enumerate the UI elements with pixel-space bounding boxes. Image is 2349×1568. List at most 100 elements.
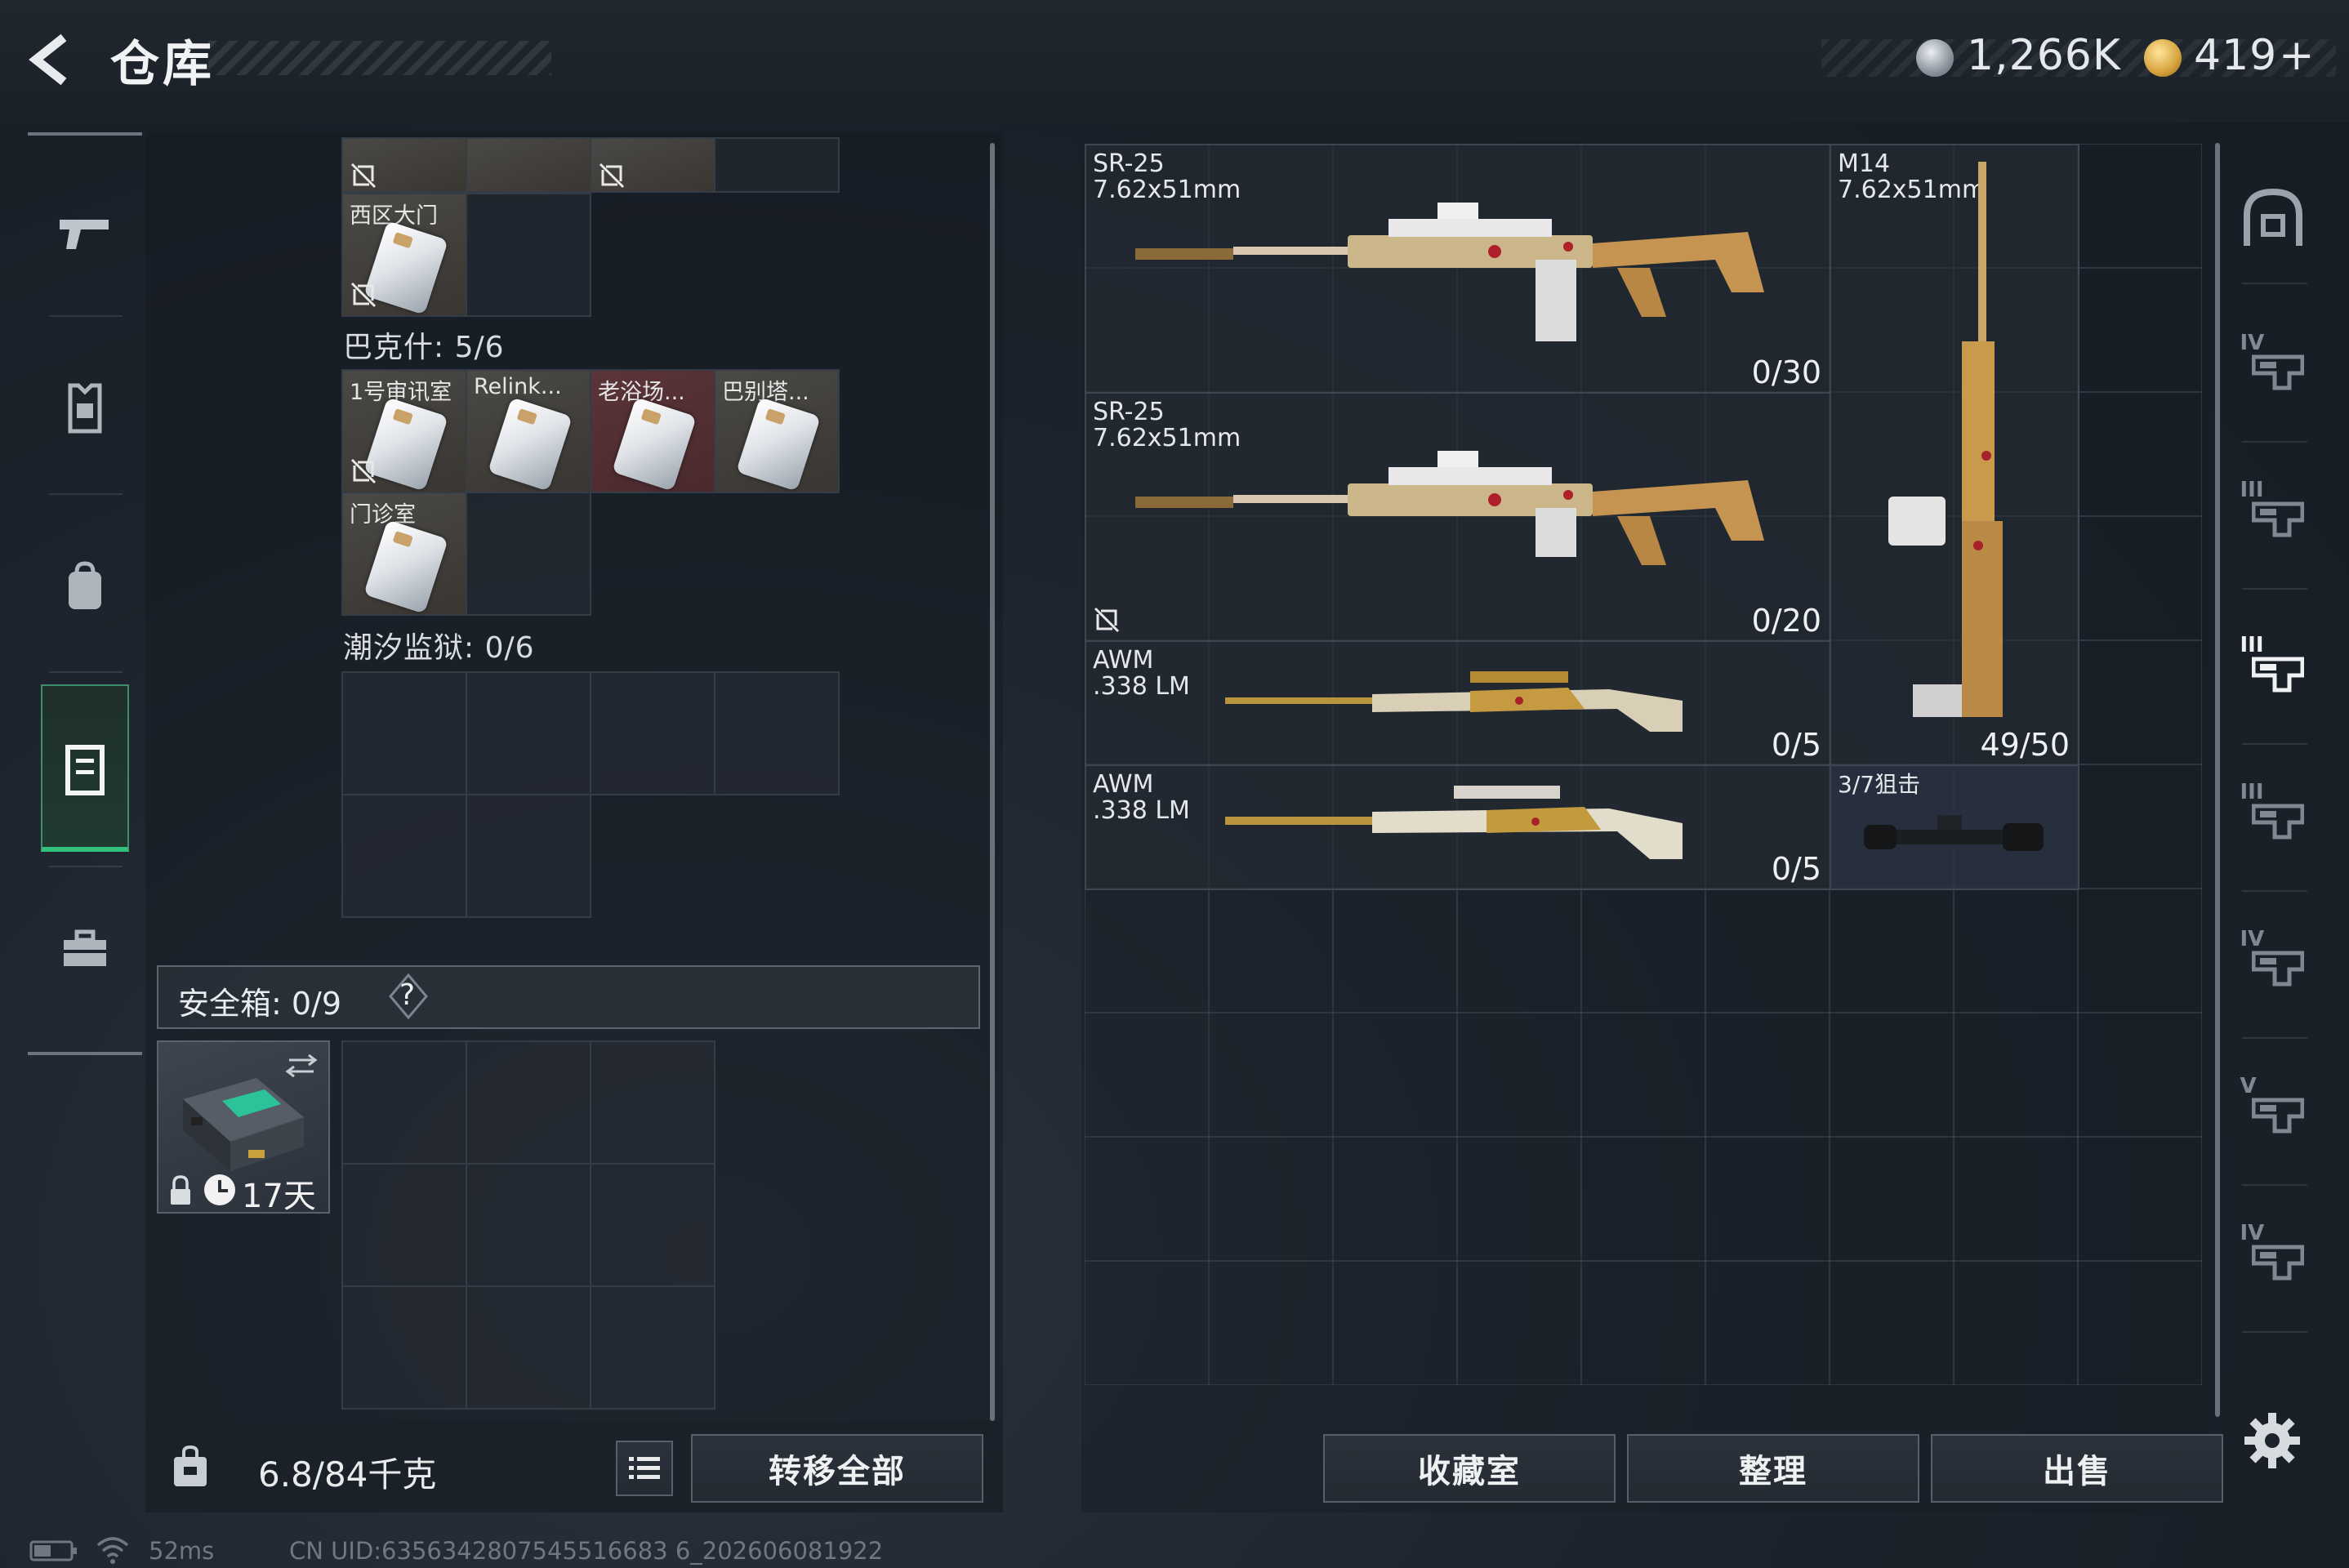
equipment-scrollbar[interactable] <box>2215 143 2220 1417</box>
equipment-grid-cell[interactable] <box>2078 764 2202 889</box>
equipment-grid-cell[interactable] <box>1209 1261 1333 1385</box>
equipment-grid-cell[interactable] <box>2078 1261 2202 1385</box>
equipment-grid-cell[interactable] <box>1830 1013 1954 1137</box>
keycard-item[interactable]: 老浴场... <box>590 369 715 493</box>
safe-slot[interactable] <box>590 1040 715 1165</box>
safe-slot[interactable] <box>341 1040 467 1165</box>
equipment-grid-cell[interactable] <box>1209 889 1333 1013</box>
equipment-grid-cell[interactable] <box>1830 1261 1954 1385</box>
sell-button[interactable]: 出售 <box>1931 1434 2223 1503</box>
gear-icon <box>2244 1413 2300 1468</box>
equipment-grid-cell[interactable] <box>2078 268 2202 392</box>
equipment-grid-cell[interactable] <box>1209 1013 1333 1137</box>
equipment-grid-cell[interactable] <box>1333 1137 1457 1261</box>
equipment-grid-cell[interactable] <box>1333 1013 1457 1137</box>
weapon-card[interactable]: AWM .338 LM 0/5 <box>1085 640 1831 766</box>
grid-cell-item[interactable] <box>466 137 591 193</box>
safe-slot[interactable] <box>341 1163 467 1287</box>
scope-item[interactable]: 3/7狙击 <box>1830 764 2079 890</box>
equipment-grid-cell[interactable] <box>1457 1137 1581 1261</box>
keycard-item[interactable]: 巴别塔... <box>714 369 840 493</box>
nav-chest-rig[interactable] <box>28 335 142 482</box>
grid-cell-empty[interactable] <box>590 671 715 795</box>
grid-cell-item[interactable] <box>590 137 715 193</box>
rcol-safebox[interactable] <box>2230 173 2316 263</box>
back-button[interactable] <box>25 31 82 88</box>
settings-button[interactable] <box>2243 1411 2302 1470</box>
keycard-item[interactable]: 门诊室 <box>341 492 467 616</box>
equipment-grid-cell[interactable] <box>1830 1137 1954 1261</box>
weapon-card[interactable]: SR-25 7.62x51mm 0/20 <box>1085 392 1831 642</box>
equipment-grid-cell[interactable] <box>2078 889 2202 1013</box>
equipment-grid-cell[interactable] <box>1705 1261 1830 1385</box>
equipment-grid-cell[interactable] <box>1457 1261 1581 1385</box>
equipment-grid-cell[interactable] <box>1457 1013 1581 1137</box>
safe-box-help-button[interactable]: ? <box>387 972 430 1021</box>
equipment-grid-cell[interactable] <box>1705 889 1830 1013</box>
equipment-grid-cell[interactable] <box>1581 889 1705 1013</box>
equipment-grid-cell[interactable] <box>1830 889 1954 1013</box>
equipment-grid-cell[interactable] <box>2078 144 2202 268</box>
equipment-grid-cell[interactable] <box>1085 1137 1209 1261</box>
grid-cell-item[interactable] <box>341 137 467 193</box>
safe-slot[interactable] <box>590 1163 715 1287</box>
list-view-button[interactable] <box>616 1441 673 1496</box>
safe-slot[interactable] <box>341 1285 467 1410</box>
equipment-grid-cell[interactable] <box>1954 1013 2078 1137</box>
equipment-grid-cell[interactable] <box>2078 640 2202 764</box>
safe-slot[interactable] <box>466 1040 591 1165</box>
weapon-card[interactable]: AWM .338 LM 0/5 <box>1085 764 1831 890</box>
keycard-item[interactable]: Relink... <box>466 369 591 493</box>
grid-cell-empty[interactable] <box>466 492 591 616</box>
equipment-grid-cell[interactable] <box>1581 1013 1705 1137</box>
equipment-grid-cell[interactable] <box>1954 1261 2078 1385</box>
rcol-armor-3[interactable]: V <box>2230 1062 2316 1152</box>
grid-cell-empty[interactable] <box>466 794 591 918</box>
equipment-grid-cell[interactable] <box>1209 1137 1333 1261</box>
equipment-grid-cell[interactable] <box>1581 1137 1705 1261</box>
equipment-grid-cell[interactable] <box>1333 889 1457 1013</box>
nav-toolbox[interactable] <box>28 875 142 1022</box>
grid-cell-empty[interactable] <box>341 671 467 795</box>
safe-slot[interactable] <box>466 1285 591 1410</box>
grid-cell-empty[interactable] <box>466 193 591 317</box>
nav-backpack[interactable] <box>28 513 142 660</box>
equipment-grid-cell[interactable] <box>1954 889 2078 1013</box>
grid-cell-empty[interactable] <box>466 671 591 795</box>
rcol-backpack[interactable]: IV <box>2230 318 2316 408</box>
transfer-all-button[interactable]: 转移全部 <box>691 1434 983 1503</box>
grid-cell-empty[interactable] <box>714 671 840 795</box>
safe-slot[interactable] <box>466 1163 591 1287</box>
rcol-helmet[interactable]: IV <box>2230 915 2316 1004</box>
nav-weapon[interactable] <box>28 160 142 307</box>
equipment-grid-cell[interactable] <box>2078 1013 2202 1137</box>
safe-slot[interactable] <box>590 1285 715 1410</box>
equipment-grid-cell[interactable] <box>1705 1013 1830 1137</box>
rcol-armor-1[interactable]: III <box>2230 621 2316 710</box>
nav-locker[interactable] <box>28 696 142 843</box>
grid-cell-empty[interactable] <box>714 137 840 193</box>
equipment-grid-cell[interactable] <box>1085 889 1209 1013</box>
equipment-grid-cell[interactable] <box>1085 1013 1209 1137</box>
equipment-grid-cell[interactable] <box>2078 392 2202 516</box>
equipment-grid-cell[interactable] <box>2078 1137 2202 1261</box>
equipment-grid-cell[interactable] <box>1705 1137 1830 1261</box>
organize-button[interactable]: 整理 <box>1627 1434 1919 1503</box>
rcol-chest-rig[interactable]: III <box>2230 466 2316 555</box>
weapon-card[interactable]: SR-25 7.62x51mm 0/30 <box>1085 144 1831 394</box>
rcol-armor-4[interactable]: IV <box>2230 1209 2316 1298</box>
equipment-grid-cell[interactable] <box>1581 1261 1705 1385</box>
keycard-item[interactable]: 1号审讯室 <box>341 369 467 493</box>
gold-currency-plus[interactable]: + <box>2279 31 2316 80</box>
rcol-armor-2[interactable]: III <box>2230 768 2316 858</box>
collection-room-button[interactable]: 收藏室 <box>1323 1434 1616 1503</box>
equipment-grid-cell[interactable] <box>1954 1137 2078 1261</box>
equipment-grid-cell[interactable] <box>1085 1261 1209 1385</box>
grid-cell-empty[interactable] <box>341 794 467 918</box>
keycard-west-gate[interactable]: 西区大门 <box>341 193 467 317</box>
equipment-grid-cell[interactable] <box>1457 889 1581 1013</box>
equipment-grid-cell[interactable] <box>1333 1261 1457 1385</box>
weapon-card[interactable]: M14 7.62x51mm 49/50 <box>1830 144 2079 766</box>
stash-scrollbar[interactable] <box>990 143 995 1421</box>
equipment-grid-cell[interactable] <box>2078 516 2202 640</box>
